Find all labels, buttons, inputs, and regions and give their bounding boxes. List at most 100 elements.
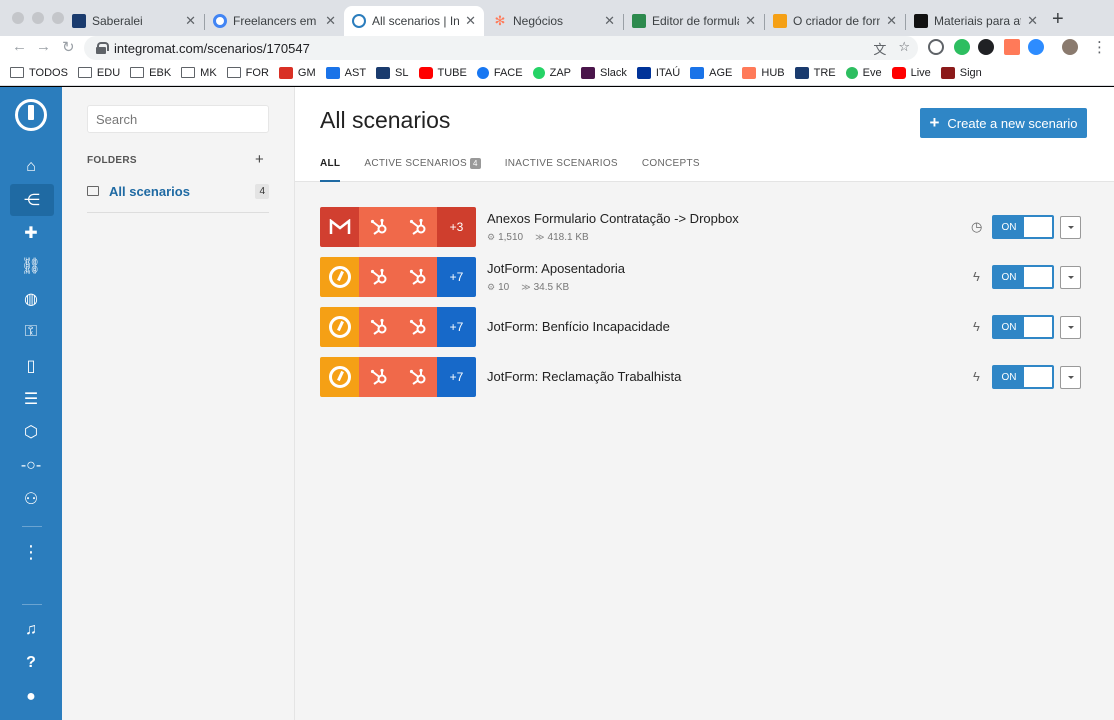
bookmark-link[interactable]: AGE (690, 66, 732, 79)
browser-tab[interactable]: Freelancers em web ✕ (205, 6, 344, 36)
scenario-on-toggle[interactable]: ON (992, 215, 1054, 239)
new-tab-button[interactable]: + (1052, 8, 1064, 31)
address-bar[interactable]: integromat.com/scenarios/170547 文 ☆ (84, 36, 918, 60)
folder-item-all-scenarios[interactable]: All scenarios 4 (87, 181, 269, 201)
evernote-extension-icon[interactable] (954, 39, 970, 55)
help-question-icon[interactable]: ? (0, 647, 62, 679)
scenario-options-dropdown[interactable] (1060, 366, 1081, 389)
keys-icon[interactable]: ⚿ (0, 316, 62, 348)
bolt-icon[interactable]: ϟ (973, 369, 980, 384)
puzzle-icon[interactable]: ✚ (0, 217, 62, 249)
browser-menu-icon[interactable]: ⋮ (1092, 38, 1107, 56)
close-tab-icon[interactable]: ✕ (465, 13, 476, 29)
browser-tab[interactable]: Materiais para atend ✕ (906, 6, 1046, 36)
user-avatar[interactable]: ● (0, 681, 62, 713)
scenarios-share-icon[interactable]: ⋲ (10, 184, 54, 216)
translate-icon[interactable]: 文 (873, 39, 886, 58)
bookmark-link[interactable]: ITAÚ (636, 66, 680, 79)
bookmark-link[interactable]: TUBE (418, 66, 467, 79)
browser-tab[interactable]: Editor de formulário ✕ (624, 6, 764, 36)
bookmark-link[interactable]: GM (278, 66, 316, 79)
tab-active-scenarios[interactable]: ACTIVE SCENARIOS 4 (364, 158, 481, 182)
scenario-row[interactable]: +7 JotForm: Benfício Incapacidade ϟ ON (320, 307, 1082, 347)
maximize-window-button[interactable] (52, 12, 64, 24)
zoom-extension-icon[interactable] (1028, 39, 1044, 55)
tab-concepts[interactable]: CONCEPTS (642, 158, 700, 182)
home-icon[interactable]: ⌂ (0, 151, 62, 183)
team-users-icon[interactable]: ⚇ (0, 483, 62, 515)
browser-tab[interactable]: O criador de formulá ✕ (765, 6, 905, 36)
bolt-icon[interactable]: ϟ (973, 269, 980, 284)
connections-link-icon[interactable]: ⛓ (0, 250, 62, 282)
browser-tab-active[interactable]: All scenarios | Integr ✕ (344, 6, 484, 36)
bolt-icon[interactable]: ϟ (973, 319, 980, 334)
scenario-modules[interactable]: +7 (320, 357, 476, 397)
clock-icon[interactable]: ◷ (971, 219, 982, 235)
bookmark-star-icon[interactable]: ☆ (898, 39, 910, 58)
close-tab-icon[interactable]: ✕ (185, 13, 196, 29)
more-modules-count: +7 (437, 307, 476, 347)
tab-label: INACTIVE SCENARIOS (504, 158, 618, 169)
reload-icon[interactable]: ↻ (62, 38, 75, 56)
close-tab-icon[interactable]: ✕ (1027, 13, 1038, 29)
minimize-window-button[interactable] (32, 12, 44, 24)
bookmark-link[interactable]: Slack (581, 66, 627, 79)
bookmark-link[interactable]: Eve (845, 66, 882, 79)
notifications-bell-icon[interactable]: ♫ (0, 614, 62, 646)
scenario-name[interactable]: Anexos Formulario Contratação -> Dropbox (487, 211, 739, 226)
back-arrow-icon[interactable]: ← (12, 38, 27, 55)
bookmark-folder[interactable]: TODOS (10, 67, 68, 79)
scenario-name[interactable]: JotForm: Reclamação Trabalhista (487, 369, 681, 384)
tab-all[interactable]: ALL (320, 158, 341, 182)
tab-inactive-scenarios[interactable]: INACTIVE SCENARIOS (505, 158, 618, 182)
scenario-modules[interactable]: +7 (320, 307, 476, 347)
bookmark-folder[interactable]: FOR (226, 67, 269, 79)
close-tab-icon[interactable]: ✕ (886, 13, 897, 29)
add-folder-button[interactable]: + (255, 151, 264, 168)
bookmark-link[interactable]: FACE (476, 66, 523, 79)
bookmark-folder[interactable]: MK (181, 67, 217, 79)
templates-commit-icon[interactable]: -○- (0, 450, 62, 482)
scenario-options-dropdown[interactable] (1060, 216, 1081, 239)
extension-icon[interactable] (928, 39, 944, 55)
bookmark-link[interactable]: Live (891, 66, 931, 79)
profile-avatar[interactable] (1062, 39, 1078, 55)
scenario-on-toggle[interactable]: ON (992, 315, 1054, 339)
datastores-database-icon[interactable]: ☰ (0, 383, 62, 415)
close-tab-icon[interactable]: ✕ (604, 13, 615, 29)
close-tab-icon[interactable]: ✕ (325, 13, 336, 29)
browser-tab[interactable]: Saberalei ✕ (64, 6, 204, 36)
devices-phone-icon[interactable]: ▯ (0, 350, 62, 382)
webhooks-globe-icon[interactable]: ◍ (0, 283, 62, 315)
bookmark-link[interactable]: SL (376, 66, 409, 79)
bookmark-link[interactable]: Sign (940, 66, 982, 79)
bookmark-folder[interactable]: EBK (130, 67, 171, 79)
scenario-on-toggle[interactable]: ON (992, 265, 1054, 289)
scenario-name[interactable]: JotForm: Benfício Incapacidade (487, 319, 670, 334)
bookmark-link[interactable]: ZAP (532, 66, 571, 79)
close-window-button[interactable] (12, 12, 24, 24)
browser-tab[interactable]: ✻ Negócios ✕ (485, 6, 623, 36)
bookmark-link[interactable]: AST (325, 66, 366, 79)
scenario-row[interactable]: +7 JotForm: Reclamação Trabalhista ϟ ON (320, 357, 1082, 397)
close-tab-icon[interactable]: ✕ (745, 13, 756, 29)
bookmark-link[interactable]: TRE (794, 66, 836, 79)
forward-arrow-icon[interactable]: → (36, 38, 51, 55)
search-input[interactable] (87, 105, 269, 133)
scenario-options-dropdown[interactable] (1060, 316, 1081, 339)
scenario-on-toggle[interactable]: ON (992, 365, 1054, 389)
hubspot-extension-icon[interactable] (1004, 39, 1020, 55)
data-structures-cube-icon[interactable]: ⬡ (0, 416, 62, 448)
more-vertical-icon[interactable]: ⋮ (0, 536, 62, 568)
create-scenario-button[interactable]: + Create a new scenario (920, 108, 1087, 138)
bookmark-link[interactable]: HUB (742, 66, 785, 79)
bookmark-folder[interactable]: EDU (77, 67, 120, 79)
scenario-modules[interactable]: +7 (320, 257, 476, 297)
cloud-extension-icon[interactable] (978, 39, 994, 55)
scenario-modules[interactable]: +3 (320, 207, 476, 247)
scenario-row[interactable]: +7 JotForm: Aposentadoria ⚙ 10 ≫ 34.5 KB ϟ… (320, 257, 1082, 297)
scenario-name[interactable]: JotForm: Aposentadoria (487, 261, 625, 276)
scenario-options-dropdown[interactable] (1060, 266, 1081, 289)
integromat-logo-icon[interactable] (15, 99, 47, 131)
scenario-row[interactable]: +3 Anexos Formulario Contratação -> Drop… (320, 207, 1082, 247)
